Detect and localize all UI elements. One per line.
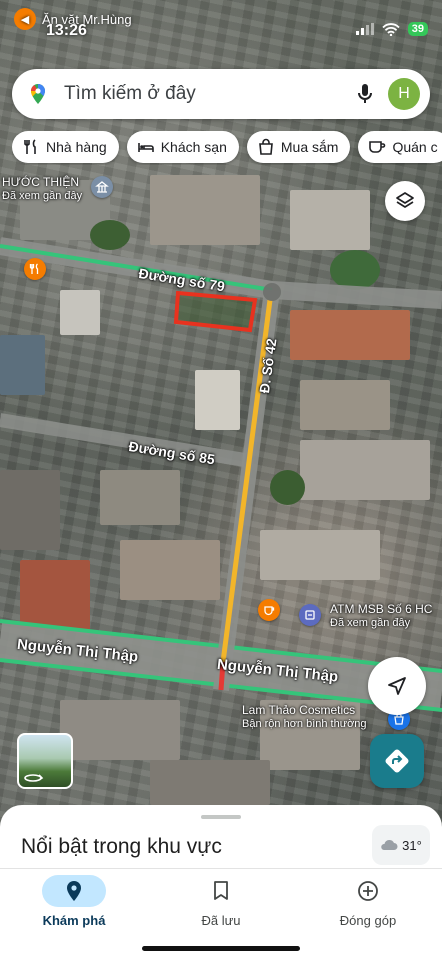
status-bar: ◀ Ăn vặt Mr.Hùng 13:26 39 xyxy=(0,0,442,46)
bed-icon xyxy=(137,143,154,152)
intersection-marker xyxy=(263,283,281,301)
location-pin-icon xyxy=(67,881,81,901)
chip-restaurants[interactable]: Nhà hàng xyxy=(12,131,119,163)
poi-atm[interactable]: ATM MSB Số 6 HC Đã xem gần đây xyxy=(330,602,432,630)
poi-cosmetics-status: Bận rộn hơn bình thường xyxy=(242,718,367,730)
poi-church-status: Đã xem gần đây xyxy=(2,190,83,202)
signal-icon xyxy=(355,23,374,35)
directions-icon xyxy=(385,749,409,773)
app-icon: ◀ xyxy=(14,8,36,30)
search-bar[interactable]: Tìm kiếm ở đây H xyxy=(12,69,430,119)
maps-pin-logo-icon xyxy=(31,84,45,104)
chip-shopping[interactable]: Mua sắm xyxy=(246,131,351,163)
status-indicators: 39 xyxy=(355,22,428,36)
chip-label: Nhà hàng xyxy=(46,139,107,155)
nav-explore[interactable]: Khám phá xyxy=(14,875,134,928)
cafe-pin-icon[interactable] xyxy=(258,599,280,621)
cloud-icon xyxy=(381,839,398,850)
microphone-icon xyxy=(358,84,372,103)
nav-saved-label: Đã lưu xyxy=(201,913,241,928)
poi-atm-status: Đã xem gần đây xyxy=(330,617,411,629)
sheet-drag-handle[interactable] xyxy=(201,815,241,819)
battery-icon: 39 xyxy=(407,22,428,36)
search-input[interactable]: Tìm kiếm ở đây xyxy=(64,83,350,105)
bookmark-icon xyxy=(214,881,228,900)
atm-pin-icon[interactable] xyxy=(299,604,321,626)
layers-button[interactable] xyxy=(385,181,425,221)
account-avatar[interactable]: H xyxy=(388,78,420,110)
chip-label: Mua sắm xyxy=(280,139,339,155)
poi-church-name: HƯỚC THIỆN xyxy=(2,175,79,189)
nav-contribute-icon-wrap xyxy=(336,875,400,907)
nav-explore-label: Khám phá xyxy=(42,913,106,928)
layers-icon xyxy=(396,192,414,208)
nav-explore-icon-wrap xyxy=(42,875,106,907)
weather-chip[interactable]: 31° xyxy=(372,825,430,865)
nav-contribute[interactable]: Đóng góp xyxy=(308,875,428,928)
sheet-title: Nổi bật trong khu vực xyxy=(21,835,222,858)
add-circle-icon xyxy=(358,881,378,901)
poi-cosmetics-name: Lam Thảo Cosmetics xyxy=(242,703,356,717)
navigation-arrow-icon xyxy=(388,677,406,695)
chip-label: Quán c xyxy=(392,139,438,155)
coffee-cup-icon xyxy=(369,141,386,153)
rotate-360-icon xyxy=(24,774,44,782)
street-view-thumbnail[interactable] xyxy=(17,733,73,789)
clock: 13:26 xyxy=(46,22,87,39)
category-chips: Nhà hàng Khách sạn Mua sắm Quán c xyxy=(12,131,442,165)
landmark-pin-icon[interactable] xyxy=(91,176,113,198)
directions-button[interactable] xyxy=(370,734,424,788)
poi-cosmetics[interactable]: Lam Thảo Cosmetics Bận rộn hơn bình thườ… xyxy=(242,703,367,731)
home-indicator xyxy=(142,946,300,951)
chip-hotels[interactable]: Khách sạn xyxy=(126,131,239,163)
chip-cafes[interactable]: Quán c xyxy=(358,131,442,163)
shopping-bag-icon xyxy=(259,138,273,155)
nav-saved[interactable]: Đã lưu xyxy=(161,875,281,928)
bottom-sheet[interactable]: Nổi bật trong khu vực 31° xyxy=(0,805,442,875)
fork-knife-icon xyxy=(24,139,36,154)
nav-saved-icon-wrap xyxy=(189,875,253,907)
highlight-box-lot xyxy=(173,290,258,333)
chip-label: Khách sạn xyxy=(160,139,227,155)
my-location-button[interactable] xyxy=(368,657,426,715)
poi-church[interactable]: HƯỚC THIỆN Đã xem gần đây xyxy=(2,175,82,203)
voice-search-button[interactable] xyxy=(350,79,380,109)
nav-contribute-label: Đóng góp xyxy=(339,913,397,928)
poi-atm-name: ATM MSB Số 6 HC xyxy=(330,602,433,616)
wifi-icon xyxy=(382,22,400,36)
temperature: 31° xyxy=(402,837,422,853)
restaurant-pin-icon[interactable] xyxy=(24,258,46,280)
